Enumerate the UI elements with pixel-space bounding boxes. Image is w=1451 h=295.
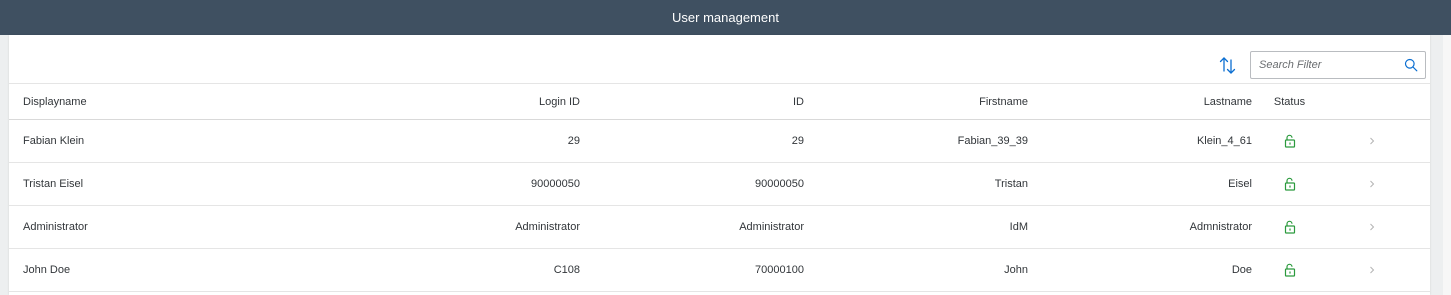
cell-login-id: C108 — [553, 264, 580, 276]
cell-status — [1252, 206, 1327, 249]
cell-status — [1252, 120, 1327, 163]
cell-status — [1252, 163, 1327, 206]
cell-firstname: John — [1004, 264, 1028, 276]
cell-lastname: Klein_4_61 — [1196, 135, 1252, 147]
cell-navigation[interactable] — [1327, 249, 1430, 292]
table-toolbar — [9, 35, 1430, 83]
search-icon[interactable] — [1404, 58, 1418, 72]
sort-button[interactable] — [1214, 51, 1242, 79]
cell-login-id: Administrator — [515, 221, 580, 233]
chevron-right-icon[interactable] — [1367, 136, 1377, 146]
column-header-navigation — [1327, 84, 1430, 120]
unlocked-icon — [1284, 177, 1295, 191]
column-header-firstname[interactable]: Firstname — [804, 84, 1028, 120]
cell-navigation[interactable] — [1327, 163, 1430, 206]
search-input[interactable] — [1259, 56, 1399, 74]
cell-firstname: Fabian_39_39 — [957, 135, 1028, 147]
table-row[interactable]: Fabian Klein 29 29 Fabian_39_39 Klein_4_… — [9, 120, 1430, 163]
cell-id: Administrator — [739, 221, 804, 233]
unlocked-icon — [1284, 263, 1295, 277]
shell-bar: User management — [0, 0, 1451, 35]
column-header-id[interactable]: ID — [580, 84, 804, 120]
cell-displayname: Fabian Klein — [23, 135, 85, 147]
cell-id: 29 — [791, 135, 804, 147]
unlocked-icon — [1284, 220, 1295, 234]
cell-login-id: 90000050 — [531, 178, 580, 190]
cell-status — [1252, 249, 1327, 292]
table-header-row: Displayname Login ID ID Firstname Lastna… — [9, 83, 1430, 120]
search-field[interactable] — [1250, 51, 1426, 79]
cell-navigation[interactable] — [1327, 120, 1430, 163]
chevron-right-icon[interactable] — [1367, 222, 1377, 232]
cell-lastname: Doe — [1231, 264, 1252, 276]
chevron-right-icon[interactable] — [1367, 179, 1377, 189]
user-table: Displayname Login ID ID Firstname Lastna… — [9, 83, 1430, 292]
column-header-login-id[interactable]: Login ID — [337, 84, 580, 120]
page-scrollbar[interactable] — [1443, 35, 1451, 295]
cell-id: 90000050 — [755, 178, 804, 190]
user-list-panel: Displayname Login ID ID Firstname Lastna… — [9, 35, 1430, 295]
column-header-displayname[interactable]: Displayname — [9, 84, 337, 120]
cell-displayname: John Doe — [23, 264, 71, 276]
unlocked-icon — [1284, 134, 1295, 148]
sort-ascending-descending-icon — [1219, 57, 1236, 74]
cell-login-id: 29 — [567, 135, 580, 147]
column-header-status[interactable]: Status — [1252, 84, 1327, 120]
cell-firstname: Tristan — [994, 178, 1028, 190]
chevron-right-icon[interactable] — [1367, 265, 1377, 275]
cell-id: 70000100 — [755, 264, 804, 276]
table-row[interactable]: John Doe C108 70000100 John Doe — [9, 249, 1430, 292]
app-title: User management — [672, 10, 779, 25]
cell-lastname: Admnistrator — [1189, 221, 1252, 233]
cell-navigation[interactable] — [1327, 206, 1430, 249]
column-header-lastname[interactable]: Lastname — [1028, 84, 1252, 120]
cell-lastname: Eisel — [1228, 178, 1252, 190]
cell-displayname: Tristan Eisel — [23, 178, 84, 190]
cell-displayname: Administrator — [23, 221, 88, 233]
table-row[interactable]: Administrator Administrator Administrato… — [9, 206, 1430, 249]
table-row[interactable]: Tristan Eisel 90000050 90000050 Tristan … — [9, 163, 1430, 206]
cell-firstname: IdM — [1009, 221, 1028, 233]
